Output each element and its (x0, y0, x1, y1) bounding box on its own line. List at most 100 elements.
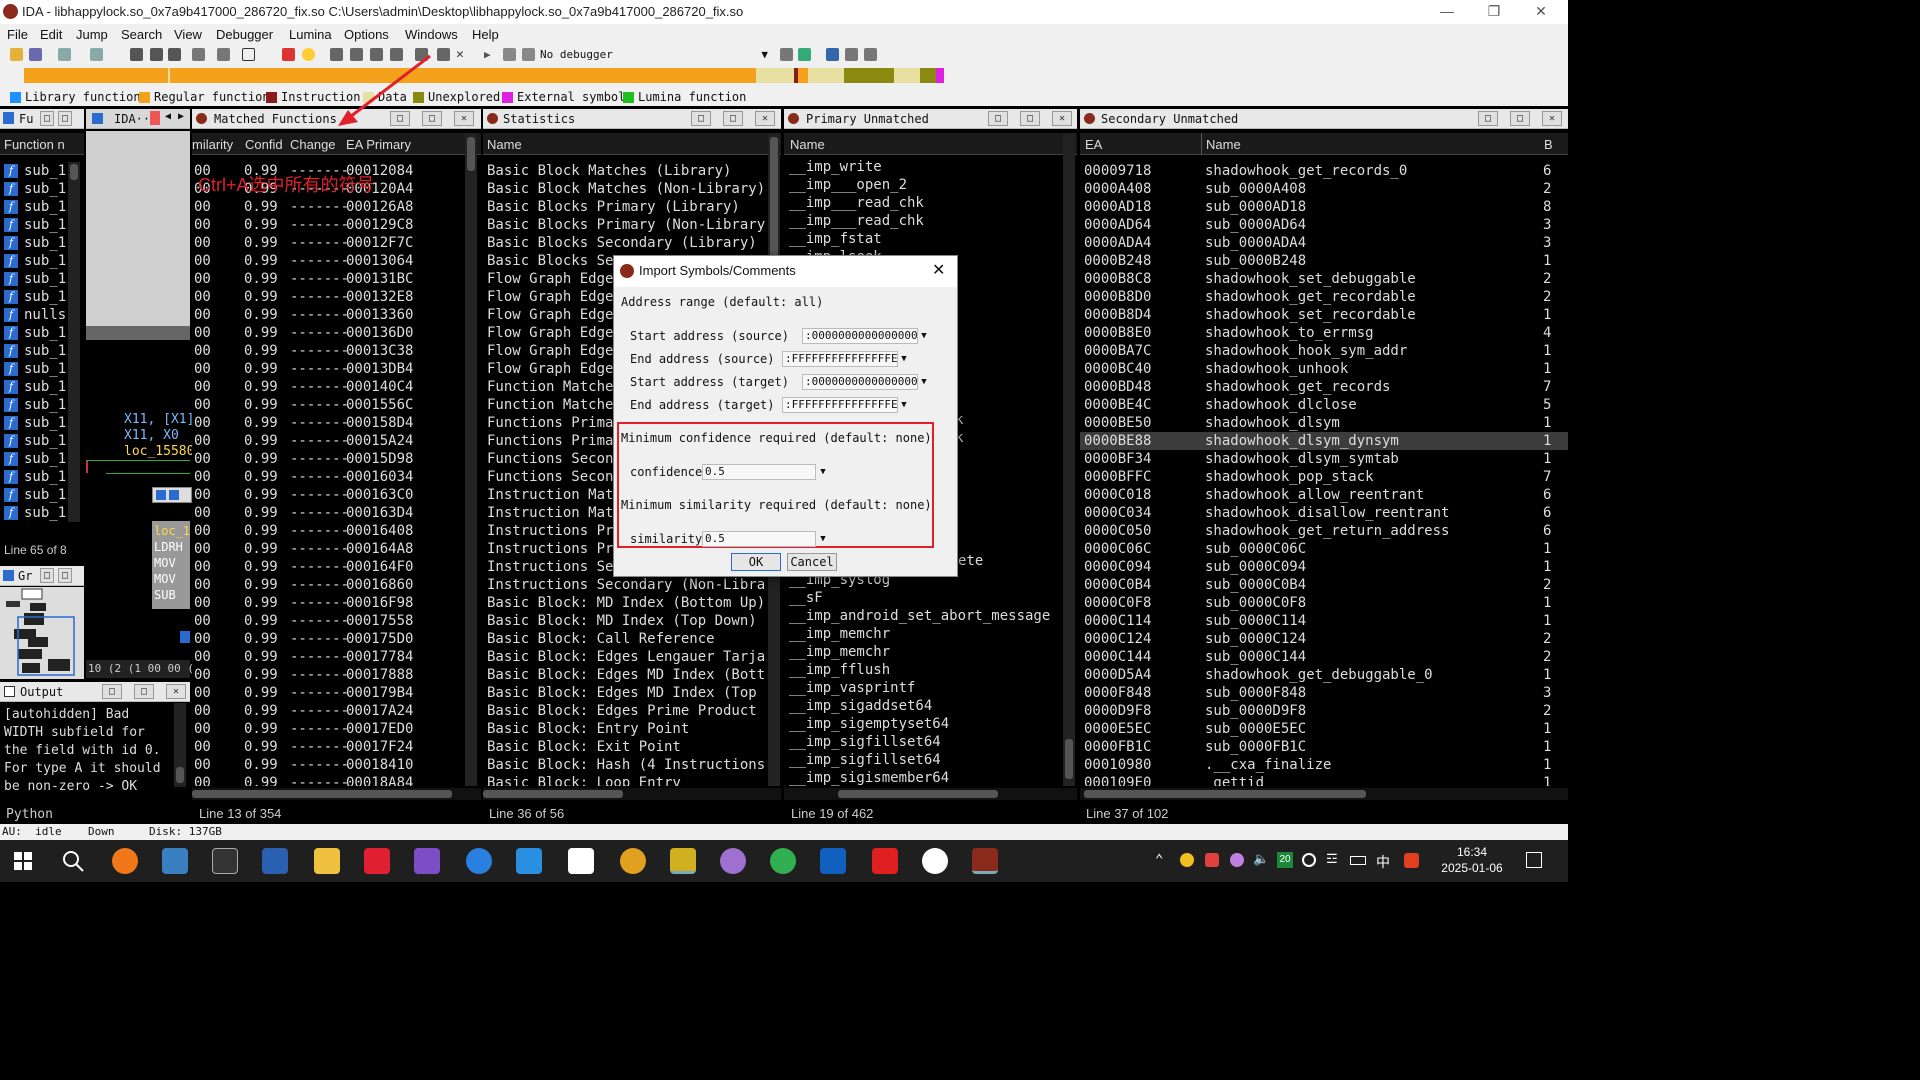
statistics-row[interactable]: Basic Block: Edges Prime Product (483, 702, 766, 720)
volume-icon[interactable]: 🔈 (1253, 852, 1269, 867)
primary-unmatched-row[interactable]: __imp_fstat (784, 230, 1062, 248)
play-icon[interactable]: ▶ (484, 48, 497, 61)
statistics-row[interactable]: Basic Block: MD Index (Top Down) (483, 612, 766, 630)
change-header[interactable]: Change (290, 137, 336, 152)
lemon-app-icon[interactable] (770, 848, 796, 874)
powershell-icon[interactable] (262, 848, 288, 874)
output-restore-button[interactable]: □ (134, 684, 154, 699)
table-row[interactable]: 00 0.99 ------- 00017558 (192, 612, 463, 630)
typora-icon[interactable] (568, 848, 594, 874)
table-row[interactable]: 0000A408 sub_0000A408 2 (1080, 180, 1568, 198)
primary-unmatched-row[interactable]: __imp___open_2 (784, 176, 1062, 194)
start-source-input[interactable]: :0000000000000000 (802, 328, 918, 344)
table-row[interactable]: 00 0.99 ------- 000136D0 (192, 324, 463, 342)
plugin-icon[interactable] (864, 48, 877, 61)
table-row[interactable]: 00 0.99 ------- 0001556C (192, 396, 463, 414)
save-icon[interactable] (29, 48, 42, 61)
function-list-item[interactable]: f sub_1 (0, 450, 68, 468)
table-row[interactable]: 0000E5EC sub_0000E5EC 1 (1080, 720, 1568, 738)
output-float-button[interactable]: □ (102, 684, 122, 699)
primary-restore-button[interactable]: □ (1020, 111, 1040, 126)
table-row[interactable]: 0000FB1C sub_0000FB1C 1 (1080, 738, 1568, 756)
vscode-icon[interactable] (516, 848, 542, 874)
statistics-hscrollbar[interactable] (483, 788, 781, 800)
statistics-row[interactable]: Instructions Secondary (Non-Librar (483, 576, 766, 594)
end-source-input[interactable]: :FFFFFFFFFFFFFFFE (782, 351, 898, 367)
table-row[interactable]: 0000BF34 shadowhook_dlsym_symtab 1 (1080, 450, 1568, 468)
table-row[interactable]: 00 0.99 ------- 000163D4 (192, 504, 463, 522)
table-row[interactable]: 00 0.99 ------- 00015D98 (192, 450, 463, 468)
table-row[interactable]: 00 0.99 ------- 00017A24 (192, 702, 463, 720)
statistics-float-button[interactable]: □ (691, 111, 711, 126)
table-row[interactable]: 00 0.99 ------- 000126A8 (192, 198, 463, 216)
output-tab[interactable]: Output □ □ ✕ (0, 682, 190, 702)
primary-hscrollbar[interactable] (784, 788, 1077, 800)
function-list-item[interactable]: f sub_1 (0, 198, 68, 216)
table-row[interactable]: 00 0.99 ------- 00017ED0 (192, 720, 463, 738)
menu-help[interactable]: Help (472, 27, 499, 42)
primary-unmatched-row[interactable]: __imp_android_set_abort_message (784, 607, 1062, 625)
battery-icon[interactable] (1350, 856, 1366, 865)
app-store-icon[interactable] (466, 848, 492, 874)
table-row[interactable]: 00 0.99 ------- 00016860 (192, 576, 463, 594)
table-row[interactable]: 00 0.99 ------- 00016F98 (192, 594, 463, 612)
statistics-name-header[interactable]: Name (487, 137, 522, 152)
primary-unmatched-row[interactable]: __imp___read_chk (784, 194, 1062, 212)
functions-list[interactable]: f sub_1 f sub_1 f sub_1 f sub_1 f sub_1 f sub_1 f sub… (0, 162, 68, 522)
secondary-unmatched-table[interactable]: 00009718 shadowhook_get_records_0 6 0000A40… (1080, 162, 1568, 786)
menu-options[interactable]: Options (344, 27, 389, 42)
table-row[interactable]: 0000BA7C shadowhook_hook_sym_addr 1 (1080, 342, 1568, 360)
table-row[interactable]: 0000C06C sub_0000C06C 1 (1080, 540, 1568, 558)
refresh-icon[interactable] (798, 48, 811, 61)
table-row[interactable]: 0000BE50 shadowhook_dlsym 1 (1080, 414, 1568, 432)
table-row[interactable]: 00 0.99 ------- 000164F0 (192, 558, 463, 576)
table-row[interactable]: 00 0.99 ------- 00018410 (192, 756, 463, 774)
table-row[interactable]: 0000BE88 shadowhook_dlsym_dynsym 1 (1080, 432, 1568, 450)
notification-icon[interactable] (1526, 852, 1542, 868)
function-list-item[interactable]: f sub_1 (0, 162, 68, 180)
tray-app-icon[interactable] (1180, 853, 1194, 867)
statistics-row[interactable]: Basic Blocks Primary (Non-Library) (483, 216, 766, 234)
table-row[interactable]: 00 0.99 ------- 00017784 (192, 648, 463, 666)
primary-name-header[interactable]: Name (790, 137, 825, 152)
table-row[interactable]: 0000AD64 sub_0000AD64 3 (1080, 216, 1568, 234)
table-row[interactable]: 00 0.99 ------- 000158D4 (192, 414, 463, 432)
python-input[interactable]: Python (0, 804, 190, 824)
menu-debugger[interactable]: Debugger (216, 27, 273, 42)
primary-unmatched-list-bottom[interactable]: __imp_syslog __sF __imp_android_set_abort_… (784, 571, 1062, 786)
table-row[interactable]: 0000C018 shadowhook_allow_reentrant 6 (1080, 486, 1568, 504)
close-x-icon[interactable]: ✕ (456, 48, 469, 61)
table-row[interactable]: 0000C050 shadowhook_get_return_address 6 (1080, 522, 1568, 540)
table-row[interactable]: 0000AD18 sub_0000AD18 8 (1080, 198, 1568, 216)
primary-unmatched-row[interactable]: __imp_memchr (784, 625, 1062, 643)
bulb-icon[interactable] (302, 48, 315, 61)
matched-column-header[interactable]: milarity Confid Change EA Primary (192, 133, 481, 155)
terminal-icon[interactable] (212, 848, 238, 874)
table-row[interactable]: 00 0.99 ------- 00012F7C (192, 234, 463, 252)
primary-unmatched-row[interactable]: __imp_sigemptyset64 (784, 715, 1062, 733)
file-explorer-icon[interactable] (314, 848, 340, 874)
graph-mode-icon[interactable] (156, 490, 166, 500)
function-list-item[interactable]: f sub_1 (0, 360, 68, 378)
statistics-row[interactable]: Basic Block: Edges MD Index (Botto (483, 666, 766, 684)
navigation-band[interactable] (0, 65, 1568, 88)
secondary-unmatched-tab[interactable]: Secondary Unmatched □ □ ✕ (1080, 109, 1568, 129)
statistics-row[interactable]: Basic Blocks Primary (Library) (483, 198, 766, 216)
confidence-input[interactable]: 0.5 (702, 464, 816, 480)
ida-taskbar-icon[interactable] (972, 848, 998, 874)
table-row[interactable]: 00 0.99 ------- 000132E8 (192, 288, 463, 306)
table-row[interactable]: 00010980 .__cxa_finalize 1 (1080, 756, 1568, 774)
chevron-down-icon[interactable]: ▼ (918, 375, 930, 389)
dialog-close-icon[interactable]: ✕ (932, 260, 945, 280)
end-target-input[interactable]: :FFFFFFFFFFFFFFFE (782, 397, 898, 413)
primary-float-button[interactable]: □ (988, 111, 1008, 126)
statistics-row[interactable]: Basic Block Matches (Non-Library) (483, 180, 766, 198)
ok-button[interactable]: OK (731, 553, 781, 571)
function-list-item[interactable]: f sub_1 (0, 180, 68, 198)
ida-view-tab[interactable]: IDA··· ◀ ▶ (86, 109, 190, 129)
table-row[interactable]: 0000BFFC shadowhook_pop_stack 7 (1080, 468, 1568, 486)
menu-edit[interactable]: Edit (40, 27, 62, 42)
table-row[interactable]: 00 0.99 ------- 000131BC (192, 270, 463, 288)
function-list-item[interactable]: f sub_1 (0, 288, 68, 306)
function-list-item[interactable]: f sub_1 (0, 234, 68, 252)
